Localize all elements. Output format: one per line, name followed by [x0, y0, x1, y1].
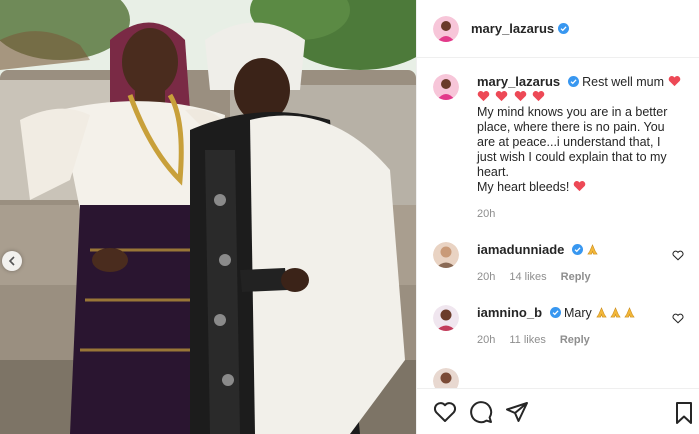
red-heart-emoji-icon: [477, 91, 490, 102]
caption-line: just wish I could explain that to my: [477, 150, 667, 164]
comment-item: [433, 368, 684, 388]
commenter-avatar[interactable]: [433, 368, 459, 388]
folded-hands-emoji-icon: [596, 307, 607, 318]
caption-timestamp[interactable]: 20h: [477, 207, 684, 222]
caption-avatar[interactable]: [433, 74, 459, 100]
avatar-image: [433, 368, 459, 388]
caption-line: heart.: [477, 165, 509, 179]
post-side-panel: mary_lazarus mary_lazarus Rest well mum …: [416, 0, 699, 434]
comment-like-heart-icon[interactable]: [672, 313, 684, 324]
comment-likes[interactable]: 11 likes: [509, 333, 545, 348]
verified-badge-icon: [571, 244, 583, 255]
comment-item: iamadunniade 20h 14 likes Reply: [433, 242, 684, 285]
commenter-avatar[interactable]: [433, 305, 459, 331]
comment-like-heart-icon[interactable]: [672, 250, 684, 261]
caption-first-line: Rest well mum: [582, 75, 665, 89]
comment-item: iamnino_b Mary 20h 11 likes Reply: [433, 305, 684, 348]
commenter-username[interactable]: iamnino_b: [477, 305, 542, 320]
caption-line: My mind knows you are in a better: [477, 105, 668, 119]
avatar-image: [433, 74, 459, 100]
red-heart-emoji-icon: [573, 181, 586, 192]
post-action-bar: [417, 388, 699, 434]
folded-hands-emoji-icon: [587, 244, 599, 255]
red-heart-emoji-icon: [514, 91, 527, 102]
caption-line: place, where there is no pain. You: [477, 120, 665, 134]
red-heart-emoji-icon: [496, 91, 508, 102]
comment-timestamp[interactable]: 20h: [477, 270, 495, 285]
paper-plane-icon: [506, 401, 528, 422]
folded-hands-emoji-icon: [610, 307, 621, 318]
red-heart-emoji-icon: [533, 91, 545, 102]
carousel-prev-button[interactable]: [2, 251, 22, 271]
post-caption: mary_lazarus Rest well mum My mind knows…: [433, 74, 684, 222]
comment-timestamp[interactable]: 20h: [477, 333, 495, 348]
comments-section: mary_lazarus Rest well mum My mind knows…: [417, 58, 699, 388]
reply-button[interactable]: Reply: [560, 333, 590, 348]
comment-text: Mary: [563, 306, 592, 320]
author-username[interactable]: mary_lazarus: [471, 21, 554, 36]
caption-line: are at peace...i understand that, I: [477, 135, 661, 149]
bookmark-icon: [676, 402, 692, 424]
like-button[interactable]: [433, 400, 457, 424]
photo-illustration: [0, 0, 416, 434]
avatar-image: [433, 15, 459, 42]
reply-button[interactable]: Reply: [561, 270, 591, 285]
caption-text: mary_lazarus Rest well mum My mind knows…: [477, 74, 684, 222]
share-button[interactable]: [505, 400, 529, 424]
post-photo[interactable]: [0, 0, 416, 434]
commenter-username[interactable]: iamadunniade: [477, 242, 564, 257]
post-header: mary_lazarus: [417, 0, 699, 58]
caption-line: My heart bleeds!: [477, 180, 570, 194]
comment-button[interactable]: [469, 400, 493, 424]
heart-emoji-row: [477, 90, 684, 105]
caption-username[interactable]: mary_lazarus: [477, 74, 560, 89]
red-heart-emoji-icon: [668, 76, 680, 87]
verified-badge-icon: [558, 23, 570, 34]
avatar-image: [433, 242, 459, 268]
commenter-avatar[interactable]: [433, 242, 459, 268]
comment-likes[interactable]: 14 likes: [509, 270, 546, 285]
comment-icon: [470, 400, 493, 423]
heart-icon: [433, 401, 457, 422]
author-avatar[interactable]: [433, 15, 459, 42]
save-button[interactable]: [674, 401, 694, 425]
verified-badge-icon: [549, 307, 561, 318]
avatar-image: [433, 305, 459, 331]
verified-badge-icon: [567, 76, 579, 87]
chevron-left-icon: [8, 256, 15, 266]
folded-hands-emoji-icon: [624, 307, 635, 318]
